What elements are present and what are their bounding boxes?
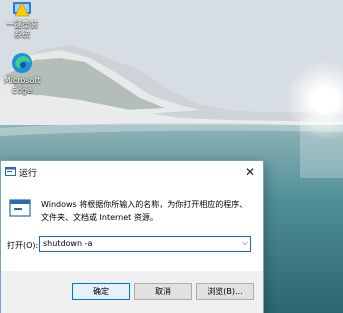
- desktop-icon-label: Edge: [11, 86, 33, 95]
- dialog-titlebar[interactable]: 运行 ✕: [1, 161, 263, 183]
- desktop-icon-edge[interactable]: Microsoft Edge: [0, 52, 44, 96]
- command-input-value: shutdown -a: [43, 239, 93, 248]
- dialog-description-line2: 文件夹、文档或 Internet 资源。: [41, 213, 158, 222]
- desktop: 一键重装 系统 Microsoft Edge 运行 ✕ Windows 将根据你…: [0, 0, 343, 313]
- dialog-title: 运行: [19, 169, 38, 179]
- close-icon: ✕: [244, 165, 256, 179]
- desktop-icon-label: Microsoft: [3, 76, 41, 85]
- dialog-footer: 确定 取消 浏览(B)...: [1, 271, 263, 313]
- desktop-icon-label: 系统: [14, 30, 30, 39]
- repair-tool-icon: [13, 2, 31, 17]
- browse-button[interactable]: 浏览(B)...: [196, 283, 254, 300]
- close-button[interactable]: ✕: [237, 161, 263, 183]
- chevron-down-icon[interactable]: ⌵: [242, 238, 248, 248]
- open-label: 打开(O):: [7, 241, 39, 250]
- dialog-body: Windows 将根据你所输入的名称，为你打开相应的程序、 文件夹、文档或 In…: [1, 183, 263, 271]
- desktop-icon-label: 一键重装: [6, 20, 38, 29]
- run-dialog: 运行 ✕ Windows 将根据你所输入的名称，为你打开相应的程序、 文件夹、文…: [0, 160, 264, 313]
- edge-icon: [12, 53, 32, 73]
- dialog-description-line1: Windows 将根据你所输入的名称，为你打开相应的程序、: [41, 200, 248, 209]
- cancel-button[interactable]: 取消: [134, 283, 192, 300]
- command-input[interactable]: shutdown -a ⌵: [39, 236, 251, 252]
- run-program-icon: [9, 199, 31, 217]
- ok-button[interactable]: 确定: [72, 283, 130, 300]
- desktop-icon-repair-tool[interactable]: 一键重装 系统: [0, 0, 44, 40]
- run-title-icon: [5, 167, 16, 176]
